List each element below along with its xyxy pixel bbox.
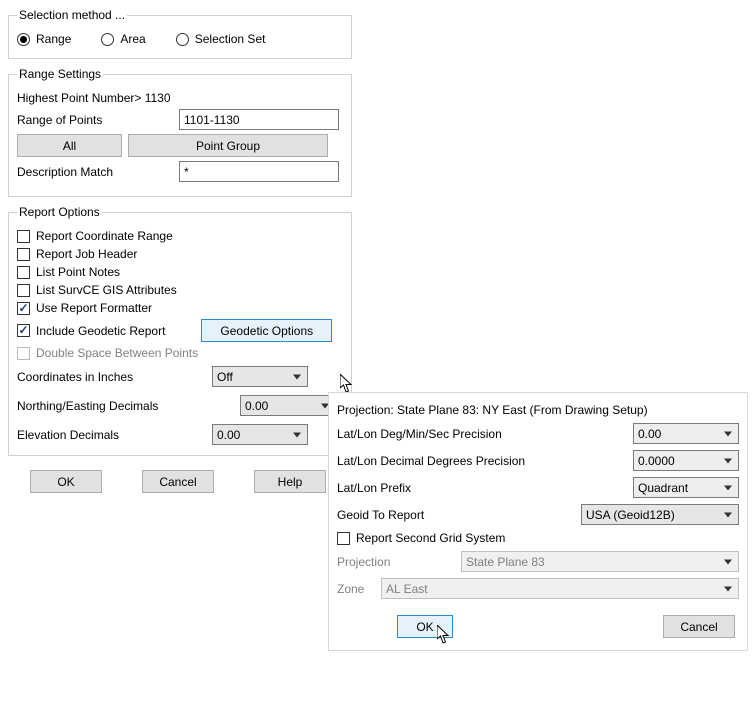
radio-area[interactable]: Area <box>101 32 145 46</box>
checkbox-icon <box>17 230 30 243</box>
select-value: 0.00 <box>245 399 268 413</box>
chk-label: List SurvCE GIS Attributes <box>36 283 177 297</box>
projection-line: Projection: State Plane 83: NY East (Fro… <box>337 403 648 417</box>
chk-label: Use Report Formatter <box>36 301 152 315</box>
chk-report-second-grid[interactable]: Report Second Grid System <box>337 531 739 545</box>
chk-report-coord-range[interactable]: Report Coordinate Range <box>17 229 343 243</box>
chk-list-point-notes[interactable]: List Point Notes <box>17 265 343 279</box>
radio-area-label: Area <box>120 32 145 46</box>
checkbox-icon <box>337 532 350 545</box>
cancel-button[interactable]: Cancel <box>142 470 214 493</box>
help-button[interactable]: Help <box>254 470 326 493</box>
projection-select: State Plane 83 <box>461 551 739 572</box>
selection-method-group: Selection method ... Range Area Selectio… <box>8 8 352 59</box>
radio-range-label: Range <box>36 32 71 46</box>
point-group-button[interactable]: Point Group <box>128 134 328 157</box>
report-options-group: Report Options Report Coordinate Range R… <box>8 205 352 456</box>
dd-precision-select[interactable]: 0.0000 <box>633 450 739 471</box>
chk-report-job-header[interactable]: Report Job Header <box>17 247 343 261</box>
checkbox-icon <box>17 284 30 297</box>
ne-decimals-label: Northing/Easting Decimals <box>17 399 212 413</box>
select-value: Quadrant <box>638 481 688 495</box>
chk-label: Include Geodetic Report <box>36 324 165 338</box>
radio-range[interactable]: Range <box>17 32 71 46</box>
ok-button[interactable]: OK <box>30 470 102 493</box>
range-settings-group: Range Settings Highest Point Number> 113… <box>8 67 352 197</box>
range-of-points-input[interactable] <box>179 109 339 130</box>
chk-list-gis-attributes[interactable]: List SurvCE GIS Attributes <box>17 283 343 297</box>
main-dialog: Selection method ... Range Area Selectio… <box>0 0 360 511</box>
zone-label: Zone <box>337 582 373 596</box>
cursor-icon <box>437 625 451 645</box>
coords-inches-select[interactable]: Off <box>212 366 308 387</box>
dd-precision-label: Lat/Lon Decimal Degrees Precision <box>337 454 625 468</box>
select-value: 0.0000 <box>638 454 675 468</box>
popup-cancel-button[interactable]: Cancel <box>663 615 735 638</box>
all-button[interactable]: All <box>17 134 122 157</box>
chk-include-geodetic-report[interactable]: Include Geodetic Report Geodetic Options <box>17 319 343 342</box>
projection-label: Projection <box>337 555 453 569</box>
coords-inches-label: Coordinates in Inches <box>17 370 212 384</box>
select-value: Off <box>217 370 233 384</box>
chk-label: List Point Notes <box>36 265 120 279</box>
select-value: 0.00 <box>638 427 661 441</box>
description-match-label: Description Match <box>17 165 173 179</box>
report-options-legend: Report Options <box>17 205 102 219</box>
checkbox-icon <box>17 302 30 315</box>
select-value: USA (Geoid12B) <box>586 508 675 522</box>
chk-use-report-formatter[interactable]: Use Report Formatter <box>17 301 343 315</box>
select-value: AL East <box>386 582 428 596</box>
chk-label: Double Space Between Points <box>36 346 198 360</box>
latlon-prefix-select[interactable]: Quadrant <box>633 477 739 498</box>
geodetic-options-button[interactable]: Geodetic Options <box>201 319 332 342</box>
chk-double-space: Double Space Between Points <box>17 346 343 360</box>
checkbox-icon <box>17 266 30 279</box>
zone-select: AL East <box>381 578 739 599</box>
select-value: State Plane 83 <box>466 555 545 569</box>
range-settings-legend: Range Settings <box>17 67 103 81</box>
radio-icon <box>101 33 114 46</box>
radio-selection-set[interactable]: Selection Set <box>176 32 266 46</box>
chk-label: Report Coordinate Range <box>36 229 173 243</box>
main-button-bar: OK Cancel Help <box>30 470 352 493</box>
chk-label: Report Job Header <box>36 247 137 261</box>
ne-decimals-select[interactable]: 0.00 <box>240 395 336 416</box>
geodetic-options-dialog: Projection: State Plane 83: NY East (Fro… <box>328 392 748 651</box>
dms-precision-label: Lat/Lon Deg/Min/Sec Precision <box>337 427 625 441</box>
checkbox-icon <box>17 248 30 261</box>
elev-decimals-select[interactable]: 0.00 <box>212 424 308 445</box>
range-of-points-label: Range of Points <box>17 113 173 127</box>
checkbox-icon <box>17 324 30 337</box>
highest-point-label: Highest Point Number> 1130 <box>17 91 171 105</box>
cursor-icon <box>340 374 354 394</box>
radio-set-label: Selection Set <box>195 32 266 46</box>
checkbox-icon <box>17 347 30 360</box>
selection-method-legend: Selection method ... <box>17 8 127 22</box>
chk-label: Report Second Grid System <box>356 531 505 545</box>
geoid-select[interactable]: USA (Geoid12B) <box>581 504 739 525</box>
dms-precision-select[interactable]: 0.00 <box>633 423 739 444</box>
description-match-input[interactable] <box>179 161 339 182</box>
latlon-prefix-label: Lat/Lon Prefix <box>337 481 625 495</box>
select-value: 0.00 <box>217 428 240 442</box>
elev-decimals-label: Elevation Decimals <box>17 428 212 442</box>
radio-icon <box>176 33 189 46</box>
radio-icon <box>17 33 30 46</box>
geoid-label: Geoid To Report <box>337 508 573 522</box>
